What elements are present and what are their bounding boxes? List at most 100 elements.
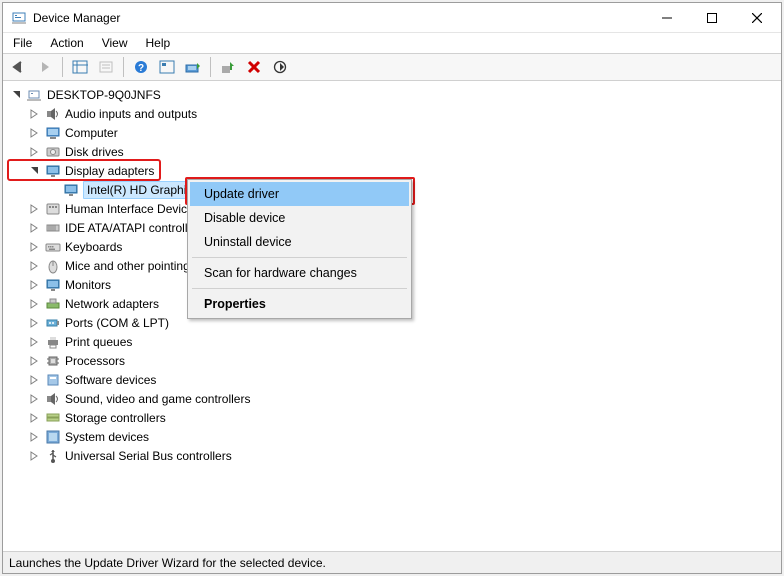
context-menu-uninstall-device[interactable]: Uninstall device [190, 230, 409, 254]
menu-help[interactable]: Help [138, 34, 179, 52]
usb-icon [45, 448, 61, 464]
context-menu-scan-for-hardware-changes[interactable]: Scan for hardware changes [190, 261, 409, 285]
device-manager-window: Device Manager File Action View Help ? D… [2, 2, 782, 574]
help-button[interactable]: ? [129, 56, 153, 78]
menu-action[interactable]: Action [42, 34, 91, 52]
network-icon [45, 296, 61, 312]
expand-icon[interactable] [27, 202, 41, 216]
context-menu-separator [192, 257, 407, 258]
expand-icon[interactable] [27, 221, 41, 235]
device-tree[interactable]: DESKTOP-9Q0JNFS Audio inputs and outputs… [3, 81, 781, 551]
update-driver-toolbar-button[interactable] [216, 56, 240, 78]
printer-icon [45, 334, 61, 350]
status-bar: Launches the Update Driver Wizard for th… [3, 551, 781, 573]
tree-node-label: Disk drives [65, 145, 124, 159]
tree-node-label: Network adapters [65, 297, 159, 311]
display-icon [63, 182, 79, 198]
tree-node-label: System devices [65, 430, 149, 444]
expand-icon[interactable] [27, 145, 41, 159]
tree-node-label: Computer [65, 126, 118, 140]
tree-node-label: Keyboards [65, 240, 122, 254]
expand-icon[interactable] [27, 259, 41, 273]
computer-root-icon [27, 87, 43, 103]
display-icon [45, 163, 61, 179]
properties-button[interactable] [94, 56, 118, 78]
tree-node-disk-drives[interactable]: Disk drives [5, 142, 779, 161]
menu-view[interactable]: View [94, 34, 136, 52]
tree-node-software-devices[interactable]: Software devices [5, 370, 779, 389]
expand-icon[interactable] [27, 411, 41, 425]
tree-node-audio-inputs-and-outputs[interactable]: Audio inputs and outputs [5, 104, 779, 123]
toolbar-separator [210, 57, 211, 77]
display-icon [45, 277, 61, 293]
menu-file[interactable]: File [5, 34, 40, 52]
ide-icon [45, 220, 61, 236]
expand-icon[interactable] [27, 354, 41, 368]
tree-node-sound-video-and-game-controllers[interactable]: Sound, video and game controllers [5, 389, 779, 408]
expand-icon[interactable] [27, 373, 41, 387]
collapse-icon[interactable] [27, 164, 41, 178]
expand-icon[interactable] [27, 107, 41, 121]
tree-node-label: Monitors [65, 278, 111, 292]
disable-button[interactable] [268, 56, 292, 78]
status-text: Launches the Update Driver Wizard for th… [9, 556, 326, 570]
tree-node-universal-serial-bus-controllers[interactable]: Universal Serial Bus controllers [5, 446, 779, 465]
tree-node-label: Universal Serial Bus controllers [65, 449, 232, 463]
system-icon [45, 429, 61, 445]
expand-icon[interactable] [27, 126, 41, 140]
tree-node-computer[interactable]: Computer [5, 123, 779, 142]
context-menu-properties[interactable]: Properties [190, 292, 409, 316]
keyboard-icon [45, 239, 61, 255]
uninstall-button[interactable] [242, 56, 266, 78]
toolbar: ? [3, 53, 781, 81]
tree-node-system-devices[interactable]: System devices [5, 427, 779, 446]
expand-icon[interactable] [27, 335, 41, 349]
tree-node-label: Sound, video and game controllers [65, 392, 250, 406]
tree-node-label: Audio inputs and outputs [65, 107, 197, 121]
expand-icon[interactable] [27, 392, 41, 406]
minimize-button[interactable] [644, 3, 689, 32]
disk-icon [45, 144, 61, 160]
tree-node-label: Processors [65, 354, 125, 368]
toolbar-separator [123, 57, 124, 77]
forward-button[interactable] [33, 56, 57, 78]
toolbar-separator [62, 57, 63, 77]
tree-node-display-adapters[interactable]: Display adapters [5, 161, 779, 180]
title-bar: Device Manager [3, 3, 781, 33]
tree-node-processors[interactable]: Processors [5, 351, 779, 370]
context-menu: Update driverDisable deviceUninstall dev… [187, 179, 412, 319]
tree-node-root[interactable]: DESKTOP-9Q0JNFS [5, 85, 779, 104]
cpu-icon [45, 353, 61, 369]
tree-node-print-queues[interactable]: Print queues [5, 332, 779, 351]
tree-node-label: IDE ATA/ATAPI controllers [65, 221, 204, 235]
tree-node-label: Software devices [65, 373, 156, 387]
tree-node-label: Display adapters [65, 164, 154, 178]
scan-button[interactable] [181, 56, 205, 78]
expand-icon[interactable] [27, 297, 41, 311]
port-icon [45, 315, 61, 331]
expand-icon[interactable] [27, 430, 41, 444]
context-menu-disable-device[interactable]: Disable device [190, 206, 409, 230]
software-icon [45, 372, 61, 388]
expand-icon[interactable] [27, 240, 41, 254]
window-title: Device Manager [33, 11, 644, 25]
expand-icon[interactable] [27, 316, 41, 330]
show-hide-tree-button[interactable] [68, 56, 92, 78]
maximize-button[interactable] [689, 3, 734, 32]
back-button[interactable] [7, 56, 31, 78]
computer-icon [45, 125, 61, 141]
context-menu-update-driver[interactable]: Update driver [190, 182, 409, 206]
audio-icon [45, 106, 61, 122]
expand-icon[interactable] [27, 278, 41, 292]
hid-icon [45, 201, 61, 217]
tree-node-label: DESKTOP-9Q0JNFS [47, 88, 161, 102]
menu-bar: File Action View Help [3, 33, 781, 53]
audio-icon [45, 391, 61, 407]
expander-spacer [45, 183, 59, 197]
collapse-icon[interactable] [9, 88, 23, 102]
close-button[interactable] [734, 3, 779, 32]
expand-icon[interactable] [27, 449, 41, 463]
tree-node-storage-controllers[interactable]: Storage controllers [5, 408, 779, 427]
action-button[interactable] [155, 56, 179, 78]
tree-node-label: Ports (COM & LPT) [65, 316, 169, 330]
